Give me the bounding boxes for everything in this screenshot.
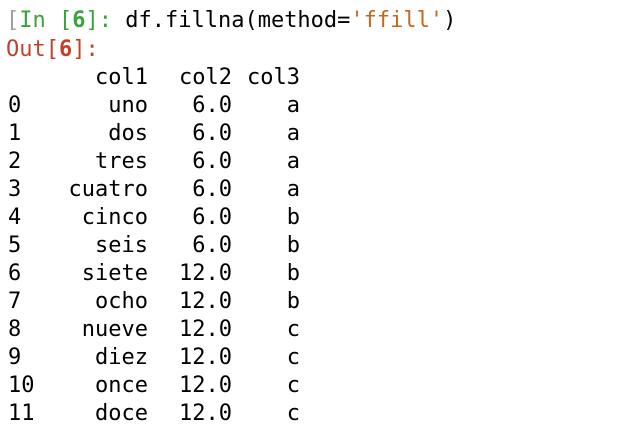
output-line: Out[6]:: [6, 36, 99, 64]
table-row: 1 dos 6.0 a: [6, 120, 300, 148]
out-prompt-close: ]: [72, 37, 86, 62]
in-prompt-number: 6: [72, 8, 86, 33]
dataframe-output: col1 col2 col3 0 uno 6.0 a 1 dos 6.0 a 2 tres 6.0 a…: [6, 64, 300, 428]
out-prompt-colon: :: [85, 37, 99, 62]
cell-col3: a: [286, 177, 300, 202]
cell-col3: c: [286, 401, 300, 426]
code-string-literal[interactable]: 'ffill': [350, 8, 443, 33]
column-header-col3: col3: [247, 65, 300, 90]
cell-col3: a: [286, 93, 300, 118]
cell-col3: c: [286, 345, 300, 370]
in-prompt-open: [: [59, 8, 73, 33]
table-row: 11 doce 12.0 c: [6, 400, 300, 428]
cell-col3: b: [286, 289, 300, 314]
table-row: 3 cuatro 6.0 a: [6, 176, 300, 204]
table-row: 5 seis 6.0 b: [6, 232, 300, 260]
cell-col3: c: [286, 317, 300, 342]
out-prompt-open: [: [45, 37, 59, 62]
table-body: 0 uno 6.0 a 1 dos 6.0 a 2 tres 6.0 a 3 cuatro 6.0 a 4 cin…: [6, 92, 300, 428]
table-row: 6 siete 12.0 b: [6, 260, 300, 288]
out-prompt-label: Out: [6, 37, 46, 62]
cell-col3: a: [286, 149, 300, 174]
table-row: 10 once 12.0 c: [6, 372, 300, 400]
table-row: 0 uno 6.0 a: [6, 92, 300, 120]
cell-col3: c: [286, 373, 300, 398]
cursor-bracket: [: [6, 8, 20, 33]
table-row: 8 nueve 12.0 c: [6, 316, 300, 344]
table-row: 4 cinco 6.0 b: [6, 204, 300, 232]
out-prompt-number: 6: [59, 37, 73, 62]
input-line: [In [6]: df.fillna(method='ffill'): [6, 7, 456, 35]
table-row: 7 ocho 12.0 b: [6, 288, 300, 316]
table-row: 2 tres 6.0 a: [6, 148, 300, 176]
code-suffix[interactable]: ): [443, 8, 456, 33]
table-header-row: col1 col2 col3: [6, 64, 300, 92]
table-row: 9 diez 12.0 c: [6, 344, 300, 372]
cell-col3: b: [286, 205, 300, 230]
code-prefix[interactable]: df.fillna(method=: [125, 8, 350, 33]
cell-col3: a: [286, 121, 300, 146]
cell-col3: b: [286, 261, 300, 286]
in-prompt-colon: :: [98, 8, 126, 33]
in-prompt-close: ]: [85, 8, 99, 33]
cell-col3: b: [286, 233, 300, 258]
in-prompt-label: In: [19, 8, 59, 33]
